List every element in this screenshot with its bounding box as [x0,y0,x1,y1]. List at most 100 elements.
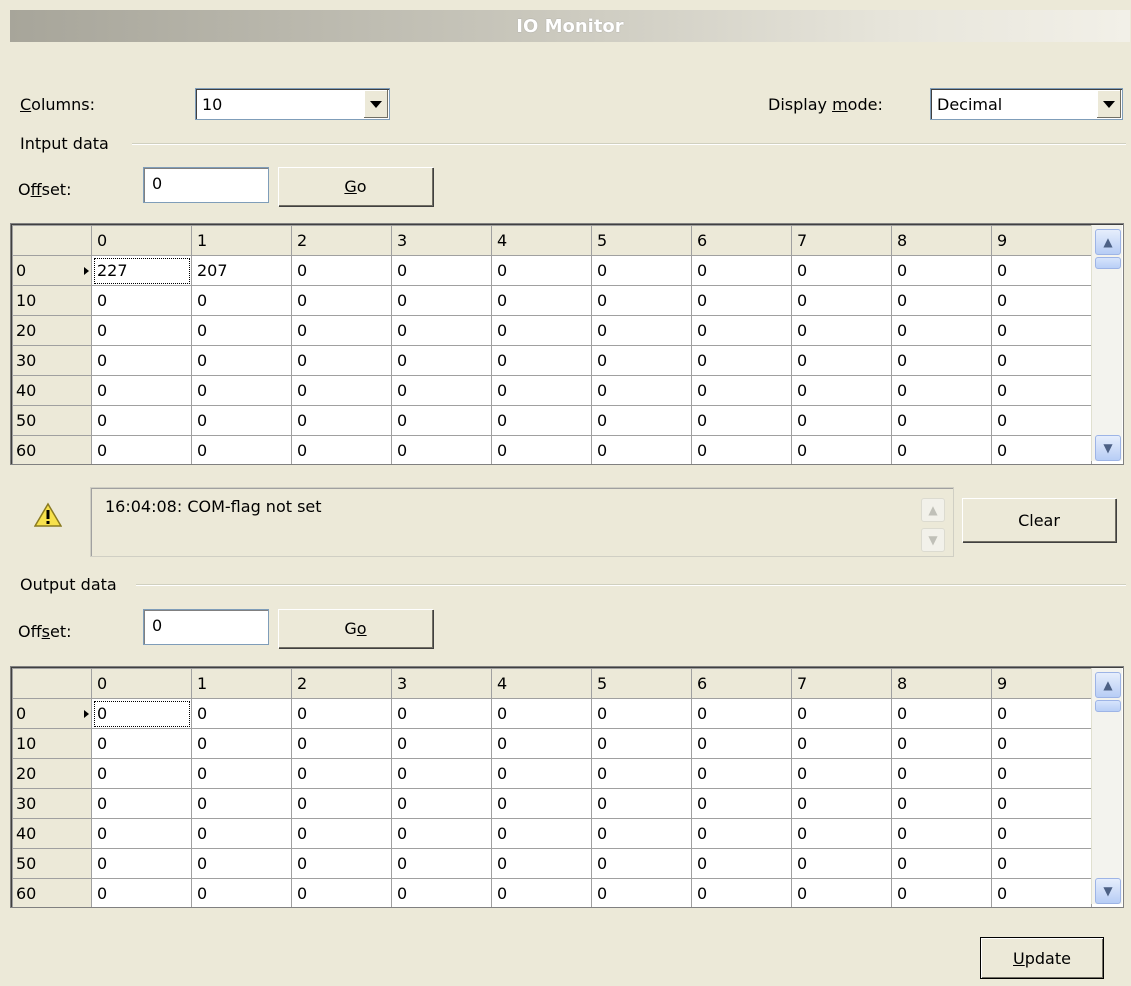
column-header[interactable]: 9 [991,668,1092,699]
table-row[interactable]: 60 0 0 0 0 0 0 0 0 0 0 [12,878,1092,907]
table-row[interactable]: 40 0 0 0 0 0 0 0 0 0 0 [12,818,1092,849]
table-cell[interactable]: 0 [691,848,792,879]
table-cell[interactable]: 0 [491,435,592,464]
table-cell[interactable]: 0 [491,848,592,879]
table-cell[interactable]: 0 [791,315,892,346]
table-cell[interactable]: 0 [191,405,292,436]
table-cell[interactable]: 0 [591,788,692,819]
table-cell[interactable]: 0 [491,818,592,849]
table-cell[interactable]: 0 [491,405,592,436]
table-row[interactable]: 0 227 207 0 0 0 0 0 0 0 0 [12,255,1092,286]
table-cell[interactable]: 0 [791,728,892,759]
table-cell[interactable]: 0 [491,698,592,729]
table-cell[interactable]: 0 [191,818,292,849]
table-cell[interactable]: 0 [891,255,992,286]
table-cell[interactable]: 0 [791,818,892,849]
table-cell[interactable]: 0 [491,285,592,316]
row-header[interactable]: 0 [12,255,92,286]
table-cell[interactable]: 0 [391,878,492,907]
table-cell[interactable]: 0 [791,405,892,436]
clear-button[interactable]: Clear [962,498,1116,542]
update-button[interactable]: Update [980,937,1104,979]
table-cell[interactable]: 0 [991,698,1092,729]
table-cell[interactable]: 0 [691,315,792,346]
columns-select[interactable]: 10 [195,88,390,120]
row-header[interactable]: 40 [12,375,92,406]
column-header[interactable]: 0 [91,225,192,256]
table-cell[interactable]: 0 [591,728,692,759]
table-cell[interactable]: 0 [91,405,192,436]
table-cell[interactable]: 0 [591,315,692,346]
table-cell[interactable]: 0 [191,728,292,759]
table-cell[interactable]: 0 [891,435,992,464]
table-cell[interactable]: 0 [891,345,992,376]
table-cell[interactable]: 0 [691,878,792,907]
table-cell[interactable]: 0 [391,818,492,849]
input-grid-scrollbar[interactable]: ▲ ▼ [1091,225,1122,461]
table-row[interactable]: 50 0 0 0 0 0 0 0 0 0 0 [12,848,1092,879]
table-cell[interactable]: 0 [991,818,1092,849]
table-cell[interactable]: 0 [891,315,992,346]
table-cell[interactable]: 0 [591,848,692,879]
table-cell[interactable]: 0 [991,435,1092,464]
table-cell[interactable]: 0 [391,728,492,759]
table-cell[interactable]: 0 [791,375,892,406]
column-header[interactable]: 4 [491,668,592,699]
table-cell[interactable]: 0 [291,435,392,464]
scroll-thumb[interactable] [1095,700,1121,712]
input-data-grid[interactable]: 0123456789 0 227 207 0 0 0 0 0 0 0 0 10 0 0 0 0 0 0 0 0 0 0 20… [10,223,1124,465]
table-cell[interactable]: 0 [291,848,392,879]
table-cell[interactable]: 0 [991,285,1092,316]
column-header[interactable]: 5 [591,225,692,256]
scroll-up-icon[interactable]: ▲ [1095,229,1121,255]
display-mode-select[interactable]: Decimal [930,88,1123,120]
table-cell[interactable]: 0 [891,698,992,729]
table-cell[interactable]: 0 [591,255,692,286]
table-cell[interactable]: 0 [191,285,292,316]
input-offset-field[interactable]: 0 [143,167,269,203]
table-cell[interactable]: 0 [91,435,192,464]
table-cell[interactable]: 0 [491,255,592,286]
table-cell[interactable]: 0 [191,848,292,879]
table-row[interactable]: 50 0 0 0 0 0 0 0 0 0 0 [12,405,1092,436]
table-cell[interactable]: 0 [291,818,392,849]
table-cell[interactable]: 0 [291,345,392,376]
table-row[interactable]: 00000000000 [12,698,1092,729]
row-header[interactable]: 20 [12,315,92,346]
table-cell[interactable]: 0 [891,728,992,759]
table-cell[interactable]: 0 [791,255,892,286]
table-cell[interactable]: 0 [791,878,892,907]
column-header[interactable]: 9 [991,225,1092,256]
table-cell[interactable]: 0 [191,758,292,789]
table-cell[interactable]: 0 [191,698,292,729]
table-cell[interactable]: 0 [391,345,492,376]
table-cell[interactable]: 0 [991,405,1092,436]
input-go-button[interactable]: Go [278,167,433,206]
table-cell[interactable]: 0 [391,315,492,346]
table-row[interactable]: 10 0 0 0 0 0 0 0 0 0 0 [12,285,1092,316]
table-cell[interactable]: 0 [791,698,892,729]
table-cell[interactable]: 0 [491,788,592,819]
log-message-box[interactable]: 16:04:08: COM-flag not set ▲ ▼ [90,487,954,557]
table-cell[interactable]: 0 [991,345,1092,376]
table-cell[interactable]: 0 [991,848,1092,879]
column-header[interactable]: 8 [891,668,992,699]
column-header[interactable]: 0 [91,668,192,699]
table-cell[interactable]: 0 [691,435,792,464]
table-cell[interactable]: 0 [91,758,192,789]
display-mode-dropdown-button[interactable] [1096,90,1121,118]
table-cell[interactable]: 0 [491,728,592,759]
table-cell[interactable]: 0 [291,405,392,436]
table-cell[interactable]: 0 [891,405,992,436]
table-cell[interactable]: 0 [91,315,192,346]
row-header[interactable]: 10 [12,728,92,759]
column-header[interactable]: 1 [191,668,292,699]
table-cell[interactable]: 0 [291,728,392,759]
table-cell[interactable]: 0 [591,345,692,376]
table-cell[interactable]: 0 [591,435,692,464]
table-cell[interactable]: 0 [891,818,992,849]
table-cell[interactable]: 0 [291,698,392,729]
table-cell[interactable]: 0 [691,758,792,789]
table-cell[interactable]: 0 [591,285,692,316]
scroll-down-icon[interactable]: ▼ [1095,878,1121,904]
